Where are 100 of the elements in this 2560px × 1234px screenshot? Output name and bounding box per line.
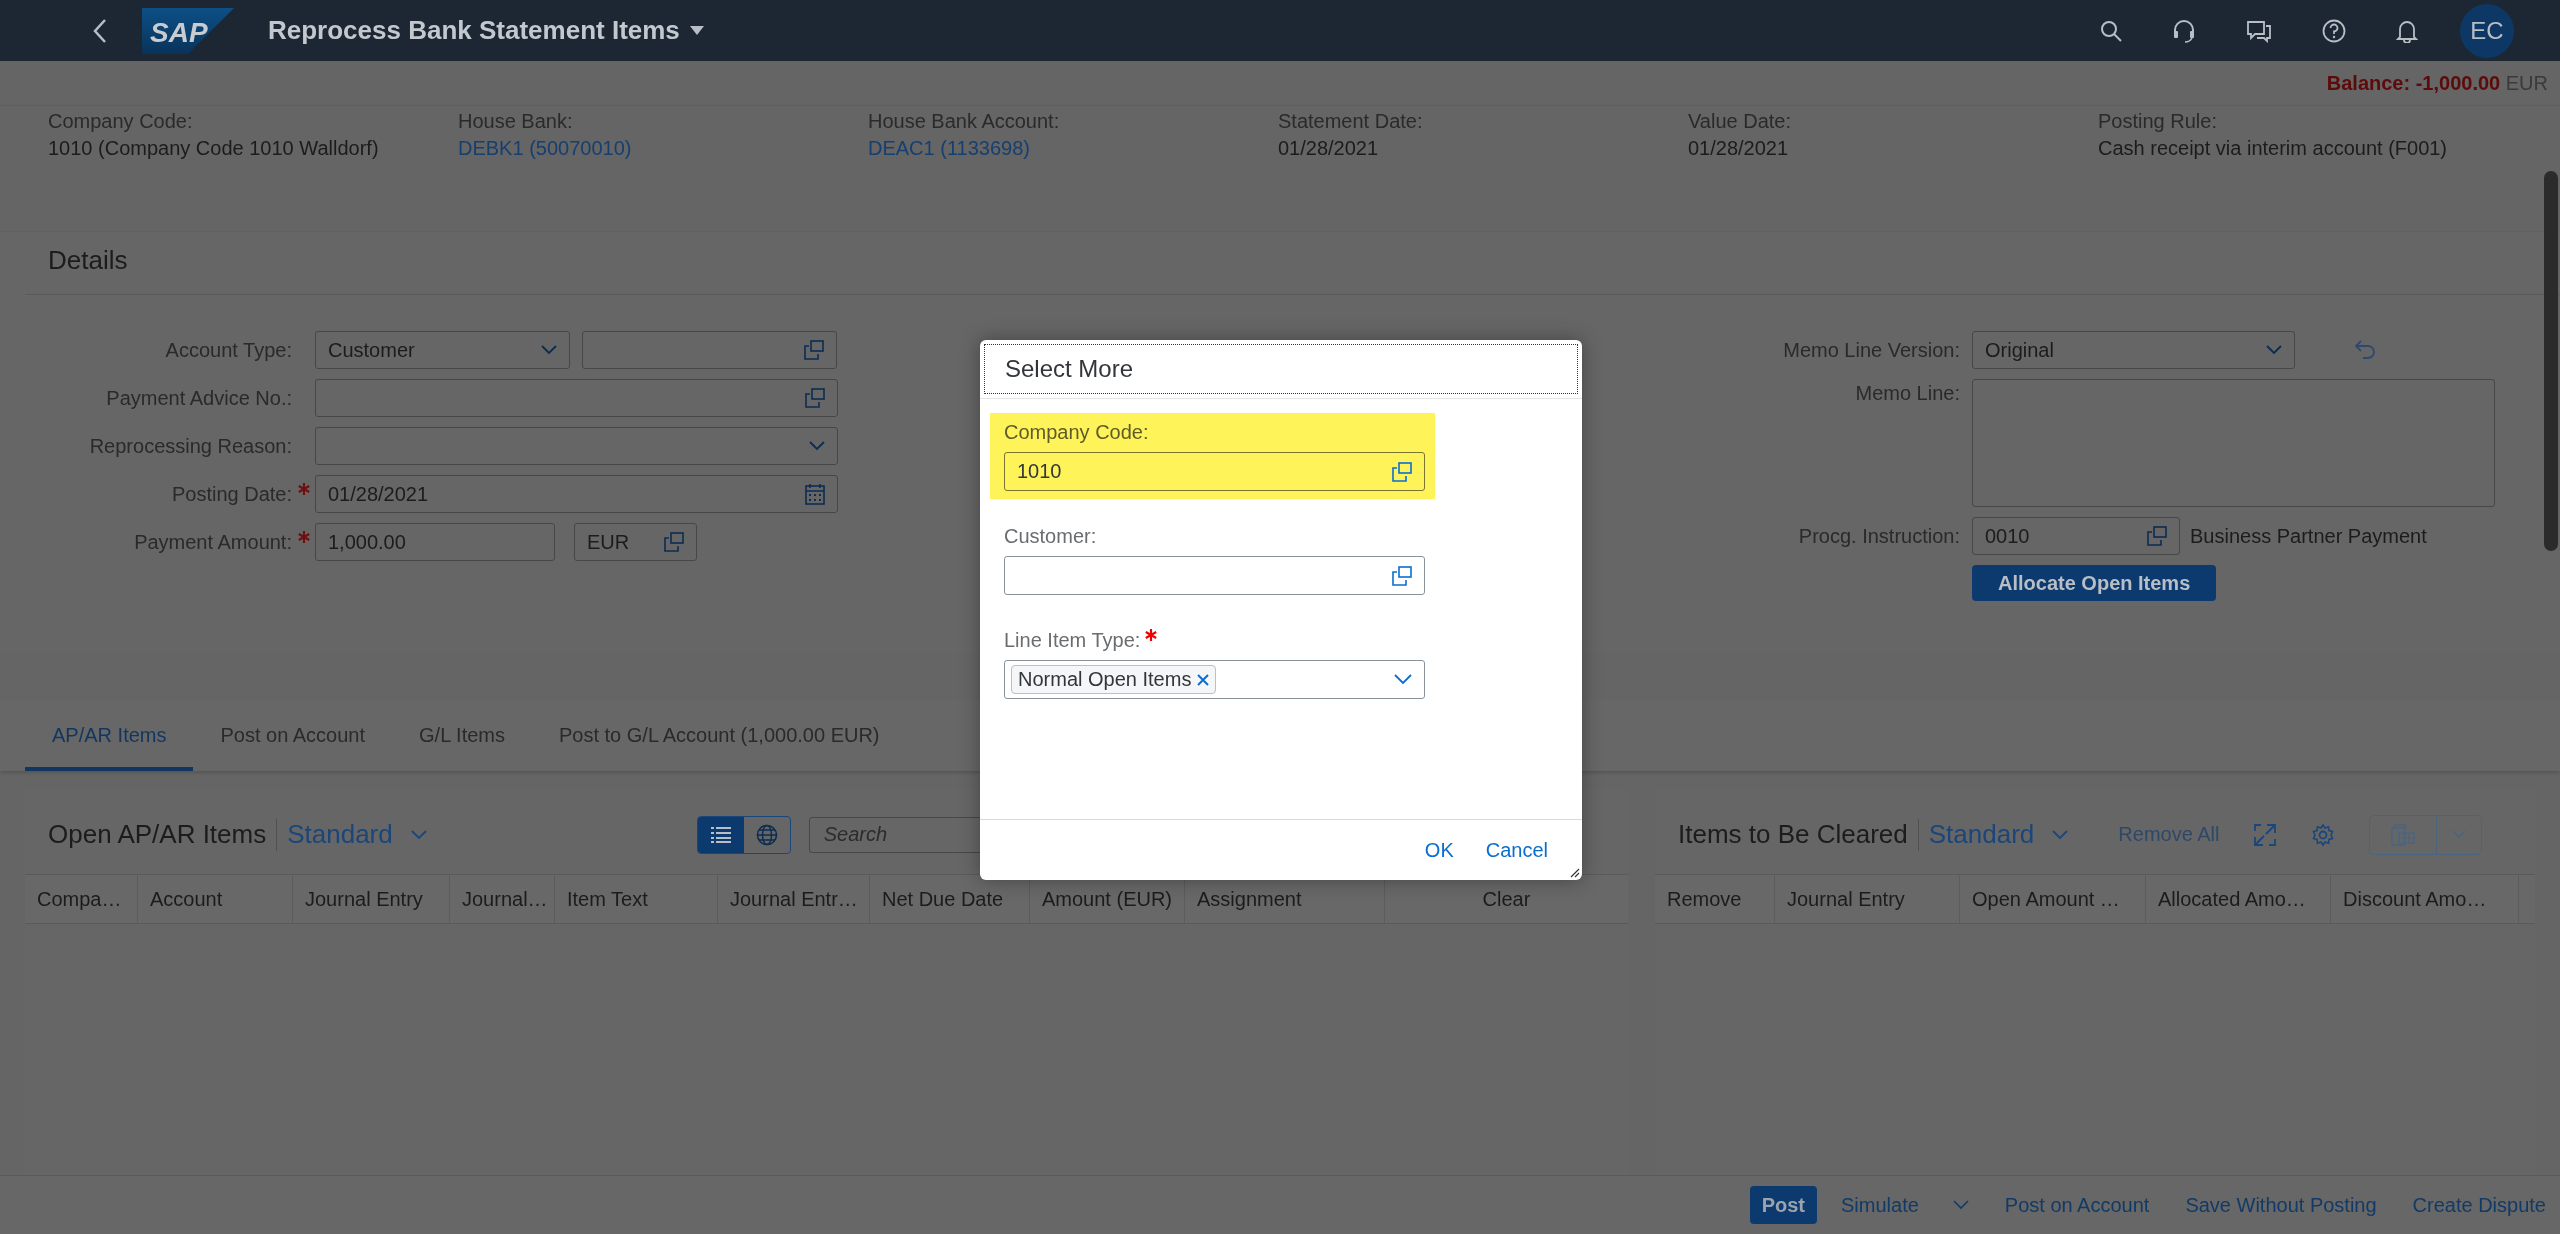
field-label: Account Type: bbox=[164, 338, 292, 363]
chevron-down-icon bbox=[1952, 1200, 1969, 1210]
expand-icon[interactable] bbox=[2253, 822, 2278, 847]
value-help-icon[interactable] bbox=[804, 340, 824, 360]
attribute-label: Value Date: bbox=[1688, 110, 1793, 133]
settings-icon[interactable] bbox=[2311, 822, 2336, 847]
attribute-label: House Bank: bbox=[458, 110, 574, 133]
caret-icon[interactable] bbox=[689, 26, 704, 35]
headset-icon[interactable] bbox=[2172, 18, 2196, 43]
section-title: Details bbox=[48, 244, 129, 277]
search-icon[interactable] bbox=[2100, 19, 2122, 42]
date-field[interactable]: 01/28/2021 bbox=[315, 475, 838, 513]
input-field[interactable] bbox=[582, 331, 837, 369]
table-title: Open AP/AR Items bbox=[48, 819, 267, 850]
app-title[interactable]: Reprocess Bank Statement Items bbox=[268, 15, 680, 46]
column-header[interactable]: Account bbox=[138, 875, 293, 923]
footer-button[interactable]: Post on Account bbox=[2004, 1186, 2150, 1224]
chevron-down-icon[interactable] bbox=[1394, 674, 1412, 685]
field-label: Customer: bbox=[1004, 525, 1098, 548]
input-field[interactable] bbox=[315, 379, 838, 417]
chevron-down-icon bbox=[410, 829, 427, 840]
column-header[interactable]: Journal Entry bbox=[1775, 875, 1960, 923]
value-help-icon[interactable] bbox=[664, 532, 684, 552]
variant-selector[interactable]: Standard bbox=[287, 819, 427, 850]
allocate-button[interactable]: Allocate Open Items bbox=[1972, 565, 2217, 601]
select-field[interactable] bbox=[315, 427, 838, 465]
column-header[interactable]: Compa… bbox=[25, 875, 138, 923]
post-button[interactable]: Post bbox=[1749, 1186, 1817, 1224]
chevron-down-icon bbox=[2452, 830, 2467, 839]
dialog-title: Select More bbox=[1005, 355, 1134, 383]
column-header[interactable]: Journal Entry bbox=[293, 875, 450, 923]
chevron-down-icon bbox=[2266, 345, 2282, 355]
chevron-down-icon bbox=[2052, 829, 2069, 840]
input-field[interactable]: 1010 bbox=[1004, 452, 1425, 491]
help-icon[interactable] bbox=[2322, 18, 2346, 43]
attribute-value: Cash receipt via interim account (F001) bbox=[2098, 137, 2449, 160]
attribute-label: House Bank Account: bbox=[868, 110, 1061, 133]
table-title: Items to Be Cleared bbox=[1678, 819, 1908, 850]
attribute-value: 1010 (Company Code 1010 Walldorf) bbox=[48, 137, 380, 160]
field-label: Posting Date: bbox=[25, 475, 292, 513]
attribute-link[interactable]: DEAC1 (1133698) bbox=[868, 137, 1030, 160]
select-field[interactable]: Original bbox=[1972, 331, 2295, 369]
column-header[interactable]: Open Amount … bbox=[1960, 875, 2146, 923]
amount-field[interactable]: 1,000.00 bbox=[315, 523, 555, 561]
column-header[interactable]: Allocated Amo… bbox=[2146, 875, 2331, 923]
footer-button[interactable]: Save Without Posting bbox=[2185, 1186, 2377, 1224]
input-field[interactable] bbox=[1004, 556, 1425, 595]
chevron-down-icon bbox=[541, 345, 557, 355]
field-label: Payment Advice No.: bbox=[105, 386, 292, 411]
variant-selector[interactable]: Standard bbox=[1928, 819, 2069, 850]
field-label: Payment Amount: bbox=[25, 523, 292, 561]
field-label: Memo Line: bbox=[1854, 381, 1960, 406]
globe-icon bbox=[755, 823, 778, 846]
bell-icon[interactable] bbox=[2396, 18, 2418, 43]
value-help-icon[interactable] bbox=[805, 388, 825, 408]
tab[interactable]: Post to G/L Account (1,000.00 EUR) bbox=[532, 699, 907, 771]
back-icon[interactable] bbox=[92, 17, 108, 44]
column-header[interactable]: Discount Amo… bbox=[2331, 875, 2519, 923]
attribute-link[interactable]: DEBK1 (50070010) bbox=[458, 137, 632, 160]
column-header[interactable]: Item Text bbox=[555, 875, 718, 923]
field-label: Procg. Instruction: bbox=[1797, 524, 1960, 549]
field-label: Reprocessing Reason: bbox=[88, 434, 292, 459]
multi-combo-field[interactable]: Normal Open Items bbox=[1004, 660, 1425, 699]
user-avatar[interactable]: EC bbox=[2460, 3, 2514, 58]
undo-icon[interactable] bbox=[2355, 340, 2377, 360]
list-view-button[interactable] bbox=[697, 816, 744, 853]
select-field[interactable]: Customer bbox=[315, 331, 570, 369]
dialog-button[interactable]: Cancel bbox=[1485, 838, 1548, 862]
currency-field[interactable]: EUR bbox=[574, 523, 697, 561]
resize-handle-icon[interactable] bbox=[1568, 866, 1580, 878]
attribute-label: Posting Rule: bbox=[2098, 110, 2218, 133]
remove-icon[interactable] bbox=[1197, 673, 1210, 686]
value-help-icon[interactable] bbox=[2147, 526, 2167, 546]
tab[interactable]: G/L Items bbox=[392, 699, 532, 771]
value-help-icon[interactable] bbox=[1392, 565, 1412, 586]
calendar-icon[interactable] bbox=[805, 483, 825, 505]
column-header[interactable]: Remove bbox=[1655, 875, 1775, 923]
tab[interactable]: AP/AR Items bbox=[25, 699, 194, 771]
menu-button[interactable]: Simulate bbox=[1841, 1186, 1969, 1224]
footer-button[interactable]: Create Dispute bbox=[2412, 1186, 2546, 1224]
field-label: Memo Line Version: bbox=[1782, 338, 1960, 363]
dialog-button[interactable]: OK bbox=[1424, 838, 1454, 862]
attribute-label: Statement Date: bbox=[1278, 110, 1424, 133]
field-label: Line Item Type: bbox=[1004, 629, 1421, 652]
attribute-value: 01/28/2021 bbox=[1688, 137, 1790, 160]
tab[interactable]: Post on Account bbox=[193, 699, 393, 771]
attribute-value: 01/28/2021 bbox=[1278, 137, 1380, 160]
field-label: Company Code: bbox=[1004, 421, 1150, 444]
chevron-down-icon bbox=[809, 441, 825, 451]
scrollbar[interactable] bbox=[2544, 171, 2558, 551]
spreadsheet-icon bbox=[2391, 823, 2416, 846]
field-description: Business Partner Payment bbox=[2190, 524, 2427, 548]
logo[interactable]: SAP bbox=[142, 7, 234, 54]
token[interactable]: Normal Open Items bbox=[1011, 665, 1217, 694]
column-header[interactable]: Journal… bbox=[450, 875, 555, 923]
value-help-icon[interactable] bbox=[1392, 461, 1412, 482]
attribute-label: Company Code: bbox=[48, 110, 194, 133]
input-field[interactable]: 0010 bbox=[1972, 517, 2180, 555]
chat-bubble-icon[interactable] bbox=[2246, 18, 2272, 43]
column-header[interactable]: Journal Entr… bbox=[718, 875, 870, 923]
